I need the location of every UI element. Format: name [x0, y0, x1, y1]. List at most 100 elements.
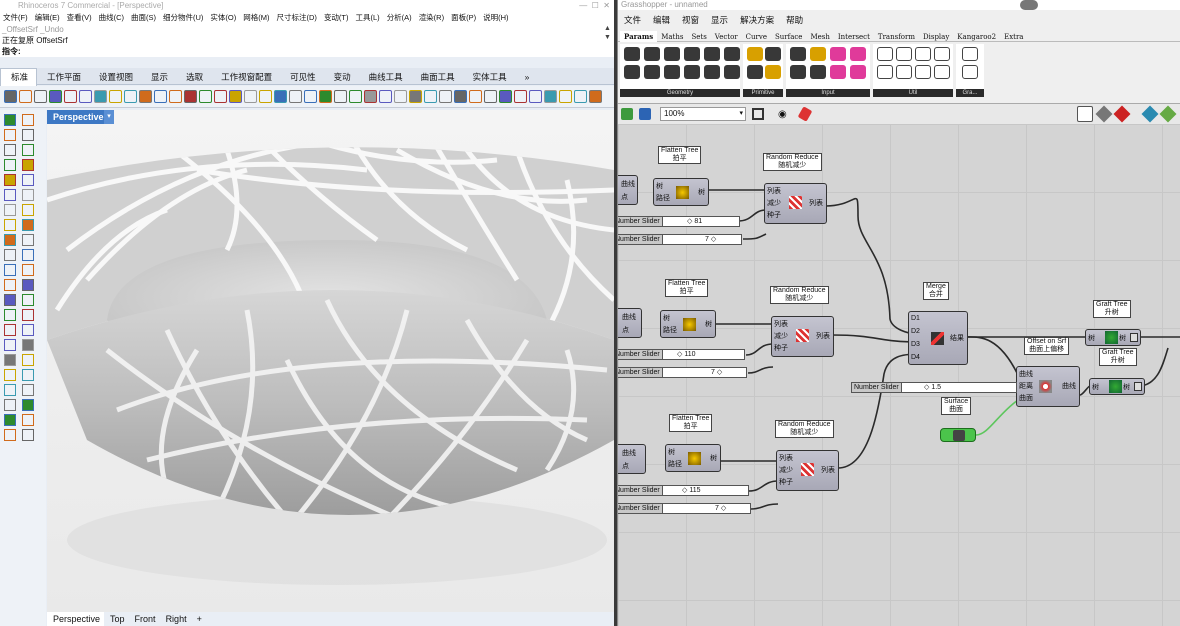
left-toolbar-tool-icon[interactable] [22, 249, 34, 261]
ribbon-component-icon[interactable] [896, 65, 912, 79]
ribbon-component-icon[interactable] [790, 65, 806, 79]
number-slider-81[interactable]: Number Slider ◇ 81 [618, 216, 740, 227]
surface-param[interactable] [940, 428, 976, 442]
random-reduce-component-2[interactable]: 列表 减少 种子 列表 [771, 316, 834, 357]
toolbar-tool-icon[interactable] [4, 90, 17, 103]
toolbar-tool-icon[interactable] [169, 90, 182, 103]
left-toolbar-tool-icon[interactable] [4, 399, 16, 411]
toolbar-tool-icon[interactable] [304, 90, 317, 103]
toolbar-tool-icon[interactable] [484, 90, 497, 103]
gh-menu-file[interactable]: 文件 [624, 15, 641, 25]
graft-tree-component-2[interactable]: 树树 [1089, 378, 1145, 395]
ribbon-component-icon[interactable] [850, 65, 866, 79]
gh-menu-edit[interactable]: 编辑 [653, 15, 670, 25]
menu-file[interactable]: 文件(F) [3, 13, 28, 22]
tab-solid-tools[interactable]: 实体工具 [463, 69, 515, 86]
left-toolbar-tool-icon[interactable] [22, 219, 34, 231]
gh-menu-solution[interactable]: 解决方案 [740, 15, 774, 25]
vtab-perspective[interactable]: Perspective [47, 612, 105, 626]
curve-point-param-2[interactable]: 曲线点 [618, 308, 642, 338]
menu-render[interactable]: 渲染(R) [419, 13, 444, 22]
number-slider-110[interactable]: Number Slider ◇ 110 [618, 349, 745, 360]
gh-canvas[interactable]: Flatten Tree 拍平 Random Reduce 随机减少 Flatten… [618, 124, 1180, 626]
ribbon-component-icon[interactable] [747, 65, 763, 79]
tab-select[interactable]: 选取 [176, 69, 211, 86]
left-toolbar-tool-icon[interactable] [4, 294, 16, 306]
left-toolbar-tool-icon[interactable] [22, 279, 34, 291]
toolbar-tool-icon[interactable] [439, 90, 452, 103]
menu-panels[interactable]: 面板(P) [451, 13, 476, 22]
tab-viewport-layout[interactable]: 工作视窗配置 [211, 69, 280, 86]
ribbon-component-icon[interactable] [664, 65, 680, 79]
toolbar-tool-icon[interactable] [154, 90, 167, 103]
random-reduce-component-3[interactable]: 列表 减少 种子 列表 [776, 450, 839, 491]
command-scroll-arrows[interactable]: ▲ ▼ [604, 24, 612, 60]
left-toolbar-tool-icon[interactable] [22, 174, 34, 186]
left-toolbar-tool-icon[interactable] [22, 159, 34, 171]
left-toolbar-tool-icon[interactable] [4, 339, 16, 351]
left-toolbar-tool-icon[interactable] [22, 324, 34, 336]
menu-solid[interactable]: 实体(O) [210, 13, 236, 22]
viewport-title[interactable]: Perspective [47, 110, 110, 124]
left-toolbar-tool-icon[interactable] [22, 384, 34, 396]
ribbon-component-icon[interactable] [724, 47, 740, 61]
ribbon-component-icon[interactable] [934, 65, 950, 79]
left-toolbar-tool-icon[interactable] [22, 309, 34, 321]
paint-brush-icon[interactable] [797, 106, 813, 122]
ribbon-component-icon[interactable] [915, 65, 931, 79]
toolbar-tool-icon[interactable] [454, 90, 467, 103]
ribbon-component-icon[interactable] [790, 47, 806, 61]
gh-window-button[interactable] [1020, 0, 1038, 10]
ribbon-component-icon[interactable] [684, 65, 700, 79]
toolbar-tool-icon[interactable] [79, 90, 92, 103]
menu-surface[interactable]: 曲面(S) [131, 13, 156, 22]
left-toolbar-tool-icon[interactable] [4, 219, 16, 231]
left-toolbar-tool-icon[interactable] [4, 114, 16, 126]
toolbar-tool-icon[interactable] [364, 90, 377, 103]
left-toolbar-tool-icon[interactable] [22, 429, 34, 441]
vtab-add[interactable]: + [191, 612, 206, 626]
command-prompt[interactable]: 指令: [0, 46, 614, 57]
ribbon-component-icon[interactable] [624, 47, 640, 61]
ribbon-component-icon[interactable] [934, 47, 950, 61]
tab-display[interactable]: 显示 [141, 69, 176, 86]
left-toolbar-tool-icon[interactable] [4, 174, 16, 186]
toolbar-tool-icon[interactable] [589, 90, 602, 103]
left-toolbar-tool-icon[interactable] [4, 429, 16, 441]
left-toolbar-tool-icon[interactable] [4, 309, 16, 321]
tab-transform[interactable]: 变动 [324, 69, 359, 86]
ribbon-component-icon[interactable] [850, 47, 866, 61]
gh-tab-params[interactable]: Params [620, 31, 658, 42]
preview-off-icon[interactable] [1113, 105, 1131, 123]
ribbon-component-icon[interactable] [765, 65, 781, 79]
save-file-icon[interactable] [639, 108, 651, 120]
tab-curve-tools[interactable]: 曲线工具 [359, 69, 411, 86]
flatten-tree-component-2[interactable]: 树路径 树 [660, 310, 716, 338]
left-toolbar-tool-icon[interactable] [22, 399, 34, 411]
toolbar-tool-icon[interactable] [199, 90, 212, 103]
toolbar-tool-icon[interactable] [64, 90, 77, 103]
menu-mesh[interactable]: 网格(M) [243, 13, 269, 22]
toolbar-tool-icon[interactable] [469, 90, 482, 103]
bake-icon[interactable] [1141, 105, 1159, 123]
ribbon-component-icon[interactable] [810, 65, 826, 79]
ribbon-component-icon[interactable] [896, 47, 912, 61]
menu-tools[interactable]: 工具(L) [356, 13, 380, 22]
number-slider-115[interactable]: Number Slider ◇ 115 [618, 485, 749, 496]
ribbon-component-icon[interactable] [747, 47, 763, 61]
gh-menu-help[interactable]: 帮助 [786, 15, 803, 25]
left-toolbar-tool-icon[interactable] [4, 159, 16, 171]
menu-edit[interactable]: 编辑(E) [35, 13, 60, 22]
flatten-tree-component-3[interactable]: 树路径 树 [665, 444, 721, 472]
random-reduce-component-1[interactable]: 列表 减少 种子 列表 [764, 183, 827, 224]
left-toolbar-tool-icon[interactable] [4, 384, 16, 396]
perspective-viewport[interactable] [47, 110, 614, 612]
ribbon-component-icon[interactable] [830, 47, 846, 61]
toolbar-tool-icon[interactable] [19, 90, 32, 103]
zoom-select[interactable]: 100% ▾ [660, 107, 746, 121]
window-controls[interactable]: — ☐ ✕ [579, 0, 610, 11]
toolbar-tool-icon[interactable] [259, 90, 272, 103]
graft-tree-component-1[interactable]: 树树 [1085, 329, 1141, 346]
number-slider-distance[interactable]: Number Slider ◇ 1.5 [851, 382, 1017, 393]
left-toolbar-tool-icon[interactable] [4, 354, 16, 366]
